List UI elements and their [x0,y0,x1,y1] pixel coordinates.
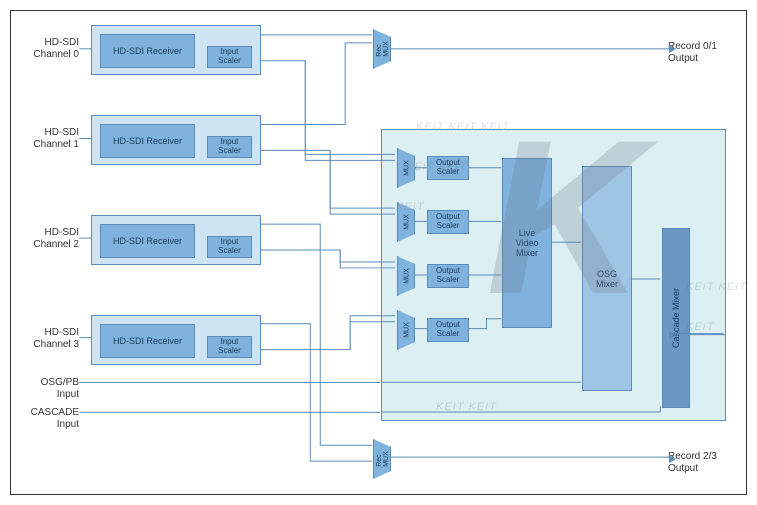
mux-1: MUX [397,202,415,242]
label-ch2: HD-SDI Channel 2 [19,227,79,251]
hdsdi-receiver-2: HD-SDI Receiver [100,224,195,258]
input-scaler-0: Input Scaler [207,46,252,68]
hdsdi-receiver-1: HD-SDI Receiver [100,124,195,158]
hdsdi-receiver-0: HD-SDI Receiver [100,34,195,68]
output-scaler-0: Output Scaler [427,156,469,180]
hdsdi-receiver-3: HD-SDI Receiver [100,324,195,358]
mux-2: MUX [397,256,415,296]
osg-mixer: OSG Mixer [582,166,632,391]
arrow-display [669,331,676,339]
receiver-block-ch2: HD-SDI Receiver Input Scaler [91,215,261,265]
input-scaler-1: Input Scaler [207,136,252,158]
arrow-record23 [669,455,676,463]
label-ch1: HD-SDI Channel 1 [19,127,79,151]
receiver-block-ch1: HD-SDI Receiver Input Scaler [91,115,261,165]
label-ch0: HD-SDI Channel 0 [19,37,79,61]
receiver-block-ch0: HD-SDI Receiver Input Scaler [91,25,261,75]
output-scaler-2: Output Scaler [427,264,469,288]
receiver-block-ch3: HD-SDI Receiver Input Scaler [91,315,261,365]
mux-3: MUX [397,310,415,350]
cascade-mixer: Cascade Mixer [662,228,690,408]
output-scaler-1: Output Scaler [427,210,469,234]
input-scaler-3: Input Scaler [207,336,252,358]
rec-mux-top: Rec MUX [373,29,391,69]
label-cascade-input: CASCADE Input [19,407,79,431]
live-video-mixer: Live Video Mixer [502,158,552,328]
mixer-region: MUX Output Scaler MUX Output Scaler MUX … [381,129,726,421]
rec-mux-bottom: Rec MUX [373,439,391,479]
input-scaler-2: Input Scaler [207,236,252,258]
label-ch3: HD-SDI Channel 3 [19,327,79,351]
label-osg-input: OSG/PB Input [19,377,79,401]
arrow-record01 [669,45,676,53]
output-scaler-3: Output Scaler [427,318,469,342]
diagram-frame: K KEIT KEIT KEIT KEIT KEIT KEIT KEIT KEI… [10,10,747,495]
mux-0: MUX [397,148,415,188]
label-record01-output: Record 0/1 Output [668,41,738,65]
label-record23-output: Record 2/3 Output [668,451,738,475]
